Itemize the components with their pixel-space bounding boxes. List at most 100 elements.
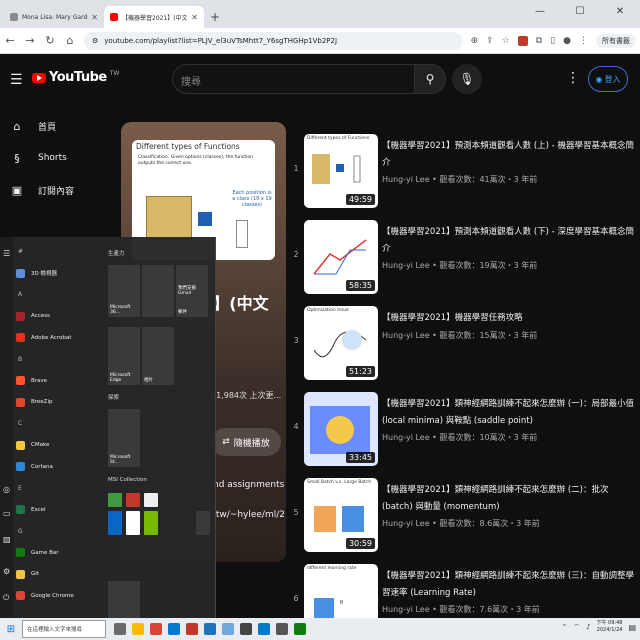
pictures-icon[interactable]: ▨ xyxy=(3,535,11,544)
video-title[interactable]: 【機器學習2021】預測本頻道觀看人數 (下) - 深度學習基本概念簡介 xyxy=(382,224,634,258)
sidebar-item-subscriptions[interactable]: ▣ 訂閱內容 xyxy=(0,174,110,206)
power-icon[interactable]: ⏻ xyxy=(3,593,9,603)
settings-icon[interactable]: ⚙ xyxy=(3,567,10,576)
msi-app-tile[interactable] xyxy=(196,511,210,535)
clock[interactable]: 下午 09:48 2024/1/24 xyxy=(596,620,622,634)
tile-photos[interactable]: 相片 xyxy=(142,327,174,385)
tray-chevron-icon[interactable]: ⌃ xyxy=(562,623,568,631)
video-title[interactable]: 【機器學習2021】機器學習任務攻略 xyxy=(382,310,634,327)
sidebar-item-home[interactable]: ⌂ 首頁 xyxy=(0,110,110,142)
start-app-item[interactable]: 3D 檢視器 xyxy=(16,263,102,285)
volume-icon[interactable]: ♪ xyxy=(586,623,590,631)
share-icon[interactable]: ⇪ xyxy=(486,36,494,46)
search-input[interactable]: 搜尋 xyxy=(172,64,416,94)
app-group-letter[interactable]: E xyxy=(16,478,102,500)
start-app-item[interactable]: Cortana xyxy=(16,456,102,478)
video-thumbnail[interactable]: Small Batch v.s. Large Batch 30:59 xyxy=(304,478,378,552)
msi-app-tile[interactable] xyxy=(126,511,140,535)
channel-name[interactable]: Hung-yi Lee xyxy=(382,261,430,270)
playlist-video-item[interactable]: 3 Optimization Issue 51:23 【機器學習2021】機器學習任務… xyxy=(288,302,640,382)
start-app-item[interactable]: Adobe Acrobat xyxy=(16,327,102,349)
app-icon[interactable] xyxy=(240,623,252,635)
nvidia-tile[interactable] xyxy=(144,511,158,535)
sidebar-item-shorts[interactable]: § Shorts xyxy=(0,142,110,174)
back-icon[interactable]: ← xyxy=(4,34,16,47)
youtube-logo[interactable]: YouTube TW xyxy=(32,70,119,85)
site-info-icon[interactable]: ⚙ xyxy=(92,37,98,45)
url-field[interactable]: ⚙ youtube.com/playlist?list=PLJV_el3uVTs… xyxy=(84,31,463,50)
start-app-item[interactable]: CMake xyxy=(16,435,102,457)
msi-app-tile[interactable] xyxy=(144,493,158,507)
start-app-item[interactable]: Brave xyxy=(16,370,102,392)
tile-office-apps[interactable] xyxy=(142,265,174,317)
msi-app-tile[interactable] xyxy=(108,493,122,507)
video-title[interactable]: 【機器學習2021】類神經網路訓練不起來怎麼辦 (二)：批次 (batch) 與… xyxy=(382,482,634,516)
video-thumbnail[interactable]: Different types of Functions 49:59 xyxy=(304,134,378,208)
app-group-letter[interactable]: A xyxy=(16,284,102,306)
app-group-letter[interactable]: C xyxy=(16,413,102,435)
edge-icon[interactable] xyxy=(168,623,180,635)
video-title[interactable]: 【機器學習2021】預測本頻道觀看人數 (上) - 機器學習基本概念簡介 xyxy=(382,138,634,172)
all-bookmarks-button[interactable]: 所有書籤 xyxy=(596,33,636,48)
msi-app-tile[interactable] xyxy=(126,493,140,507)
extension-icon[interactable] xyxy=(517,35,528,46)
channel-name[interactable]: Hung-yi Lee xyxy=(382,605,430,614)
channel-name[interactable]: Hung-yi Lee xyxy=(382,519,430,528)
browser-tab[interactable]: Mona Lisa: Mary Gardiner H ✕ xyxy=(4,6,104,28)
start-app-item[interactable]: Access xyxy=(16,306,102,328)
video-thumbnail[interactable]: different learning rate θ xyxy=(304,564,378,618)
playlist-video-item[interactable]: 2 58:35 【機器學習2021】預測本頻道觀看人數 (下) - 深度學習基本概念… xyxy=(288,216,640,296)
video-title[interactable]: 【機器學習2021】類神經網路訓練不起來怎麼辦 (一)：局部最小值 (local… xyxy=(382,396,634,430)
bookmark-star-icon[interactable]: ☆ xyxy=(502,36,510,46)
chrome-icon[interactable] xyxy=(150,623,162,635)
taskbar-search-input[interactable]: 在這裡輸入文字來搜尋 xyxy=(22,620,106,638)
notifications-icon[interactable]: ▤ xyxy=(628,623,636,632)
sign-in-button[interactable]: ◉ 登入 xyxy=(588,66,628,92)
vscode-icon[interactable] xyxy=(258,623,270,635)
task-view-icon[interactable] xyxy=(114,623,126,635)
new-tab-icon[interactable]: + xyxy=(210,10,220,24)
reload-icon[interactable]: ↻ xyxy=(44,34,56,47)
start-app-item[interactable]: Git xyxy=(16,564,102,586)
start-app-item[interactable]: Google Chrome xyxy=(16,585,102,607)
app-icon[interactable] xyxy=(204,623,216,635)
network-icon[interactable]: ⌔ xyxy=(573,623,580,632)
app-group-letter[interactable]: B xyxy=(16,349,102,371)
video-thumbnail[interactable]: 58:35 xyxy=(304,220,378,294)
app-icon[interactable] xyxy=(276,623,288,635)
tile-microsoft365[interactable]: Microsoft 36... xyxy=(108,265,140,317)
menu-icon[interactable]: ⋮ xyxy=(579,36,588,46)
file-explorer-icon[interactable] xyxy=(132,623,144,635)
settings-more-icon[interactable]: ⋮ xyxy=(566,70,580,86)
zoom-icon[interactable]: ⊕ xyxy=(471,36,479,46)
user-icon[interactable]: ◎ xyxy=(3,485,10,494)
app-icon[interactable] xyxy=(186,623,198,635)
channel-name[interactable]: Hung-yi Lee xyxy=(382,433,430,442)
video-thumbnail[interactable]: 33:45 xyxy=(304,392,378,466)
extensions-puzzle-icon[interactable]: ⧉ xyxy=(536,36,542,46)
profile-icon[interactable]: ● xyxy=(563,36,571,46)
tile-store[interactable]: Microsoft St... xyxy=(108,409,140,467)
close-tab-icon[interactable]: ✕ xyxy=(191,13,198,22)
guide-menu-icon[interactable]: ☰ xyxy=(10,72,23,88)
close-window-icon[interactable]: ✕ xyxy=(600,0,640,22)
voice-search-button[interactable]: 🎙 xyxy=(452,64,482,94)
forward-icon[interactable]: → xyxy=(24,34,36,47)
close-tab-icon[interactable]: ✕ xyxy=(91,13,98,22)
start-app-item[interactable]: BreeZip xyxy=(16,392,102,414)
maximize-icon[interactable]: ☐ xyxy=(560,0,600,22)
channel-name[interactable]: Hung-yi Lee xyxy=(382,175,430,184)
video-title[interactable]: 【機器學習2021】類神經網路訓練不起來怎麼辦 (三)：自動調整學習速率 (Le… xyxy=(382,568,634,602)
playlist-video-item[interactable]: 5 Small Batch v.s. Large Batch 30:59 【機器學習2… xyxy=(288,474,640,554)
app-group-letter[interactable]: G xyxy=(16,521,102,543)
app-icon[interactable] xyxy=(294,623,306,635)
shuffle-button[interactable]: ⇄ 隨機播放 xyxy=(211,428,281,456)
start-app-item[interactable]: Excel xyxy=(16,499,102,521)
windows-start-icon[interactable]: ⊞ xyxy=(0,618,22,640)
start-app-item[interactable]: Game Bar xyxy=(16,542,102,564)
linkedin-tile[interactable] xyxy=(108,511,122,535)
playlist-video-item[interactable]: 4 33:45 【機器學習2021】類神經網路訓練不起來怎麼辦 (一)：局部最小值 … xyxy=(288,388,640,468)
search-button[interactable]: ⚲ xyxy=(414,64,446,94)
side-panel-icon[interactable]: ▯ xyxy=(550,36,555,46)
documents-icon[interactable]: ▭ xyxy=(3,509,11,518)
